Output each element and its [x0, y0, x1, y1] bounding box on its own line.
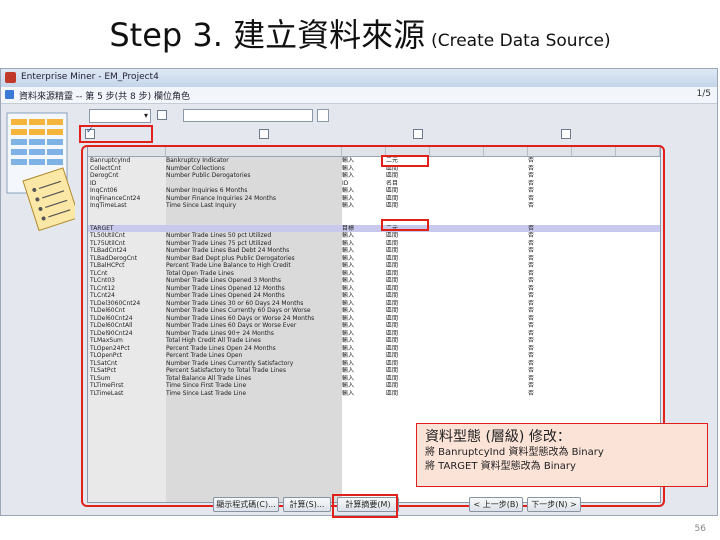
- statistics-checkbox[interactable]: [561, 129, 571, 140]
- callout-line-2: 將 TARGET 資料型態改為 Binary: [425, 461, 576, 472]
- next-button[interactable]: 下一步(N) >: [527, 497, 581, 512]
- callout-title: 資料型態 (層級) 修改：: [425, 429, 571, 445]
- show-code-button[interactable]: 顯示程式碼(C)...: [213, 497, 279, 512]
- app-logo-icon: [5, 72, 16, 83]
- instruction-callout: 資料型態 (層級) 修改： 將 BanruptcyInd 資料型態改為 Bina…: [416, 423, 708, 487]
- wizard-titlebar: 資料來源精靈 -- 第 5 步(共 8 步) 欄位角色 1/5: [1, 87, 717, 104]
- wizard-title: 資料來源精靈 -- 第 5 步(共 8 步) 欄位角色: [19, 92, 190, 102]
- slide-title-main: Step 3. 建立資料來源: [109, 16, 426, 54]
- basic-checkbox[interactable]: [413, 129, 423, 140]
- callout-line-1: 將 BanruptcyInd 資料型態改為 Binary: [425, 447, 604, 458]
- filter-browse-button[interactable]: [317, 109, 329, 122]
- wizard-buttons: 顯示程式碼(C)... 計算(S)... 計算摘要(M) < 上一步(B) 下一…: [213, 497, 713, 515]
- filter-input[interactable]: [183, 109, 313, 122]
- wizard-page-number: 1/5: [696, 89, 711, 99]
- bankruptcy-level-highlight: [381, 155, 429, 167]
- slide-page-number: 56: [694, 524, 706, 534]
- label-checkbox-highlight: [79, 125, 153, 143]
- back-button[interactable]: < 上一步(B): [469, 497, 523, 512]
- mining-checkbox[interactable]: [259, 129, 269, 140]
- filter-checkbox[interactable]: [157, 110, 167, 121]
- compute-button[interactable]: 計算(S)...: [283, 497, 331, 512]
- app-titlebar: Enterprise Miner - EM_Project4: [1, 69, 717, 88]
- wizard-illustration-icon: [6, 112, 75, 232]
- wizard-icon: [5, 90, 14, 99]
- statistics-button-highlight: [332, 494, 398, 518]
- app-title: Enterprise Miner - EM_Project4: [21, 72, 159, 82]
- chevron-down-icon: ▾: [143, 111, 148, 120]
- slide-title: Step 3. 建立資料來源 (Create Data Source): [0, 10, 720, 56]
- grid-toolbar: ▾: [79, 105, 707, 145]
- view-select[interactable]: ▾: [89, 109, 151, 123]
- target-level-highlight: [381, 219, 429, 231]
- slide-title-sub: (Create Data Source): [431, 31, 611, 51]
